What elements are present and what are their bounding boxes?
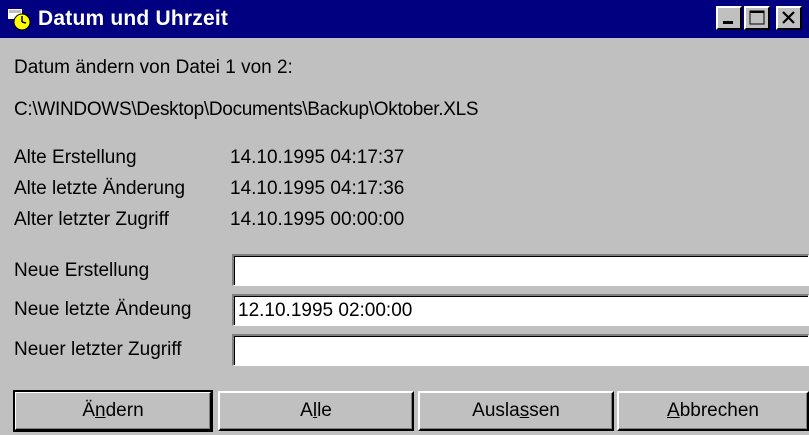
- new-creation-field[interactable]: [232, 254, 809, 286]
- maximize-button[interactable]: [744, 6, 770, 30]
- cancel-button[interactable]: Abbrechen: [617, 391, 809, 431]
- change-button-label-pre: Ä: [82, 400, 96, 421]
- skip-button-accel: s: [519, 400, 530, 421]
- skip-button[interactable]: Auslassen: [418, 391, 614, 431]
- old-accessed-value: 14.10.1995 00:00:00: [230, 209, 405, 230]
- close-icon: [782, 11, 795, 24]
- change-button-label-post: dern: [105, 400, 144, 421]
- all-button-label-pre: A: [300, 400, 313, 421]
- minimize-icon: [723, 21, 733, 24]
- skip-button-label-post: sen: [529, 400, 560, 421]
- change-button[interactable]: Ändern: [13, 390, 213, 432]
- maximize-icon: [749, 10, 765, 25]
- app-icon: [8, 9, 31, 31]
- date-time-dialog: Datum und Uhrzeit Datum ändern von Datei…: [0, 0, 809, 435]
- all-button-label-post: le: [317, 400, 332, 421]
- old-modified-value: 14.10.1995 04:17:36: [230, 178, 405, 199]
- minimize-button[interactable]: [716, 6, 742, 30]
- new-accessed-field[interactable]: [232, 334, 809, 366]
- new-creation-label: Neue Erstellung: [14, 260, 150, 281]
- old-accessed-label: Alter letzter Zugriff: [14, 209, 169, 230]
- old-modified-label: Alte letzte Änderung: [14, 178, 186, 199]
- new-modified-label: Neue letzte Ändeung: [14, 299, 192, 320]
- change-info-text: Datum ändern von Datei 1 von 2:: [14, 57, 293, 78]
- old-creation-value: 14.10.1995 04:17:37: [230, 147, 405, 168]
- window-title: Datum und Uhrzeit: [38, 7, 229, 30]
- new-accessed-label: Neuer letzter Zugriff: [14, 339, 182, 360]
- new-modified-field[interactable]: [232, 294, 809, 326]
- old-creation-label: Alte Erstellung: [14, 147, 137, 168]
- title-bar[interactable]: Datum und Uhrzeit: [0, 0, 809, 38]
- file-path-text: C:\WINDOWS\Desktop\Documents\Backup\Okto…: [14, 99, 479, 120]
- cancel-button-label-post: bbrechen: [679, 400, 759, 421]
- close-button[interactable]: [776, 6, 802, 30]
- cancel-button-accel: A: [667, 400, 680, 421]
- all-button[interactable]: Alle: [218, 391, 414, 431]
- skip-button-label-pre: Ausla: [472, 400, 520, 421]
- change-button-accel: n: [95, 400, 106, 421]
